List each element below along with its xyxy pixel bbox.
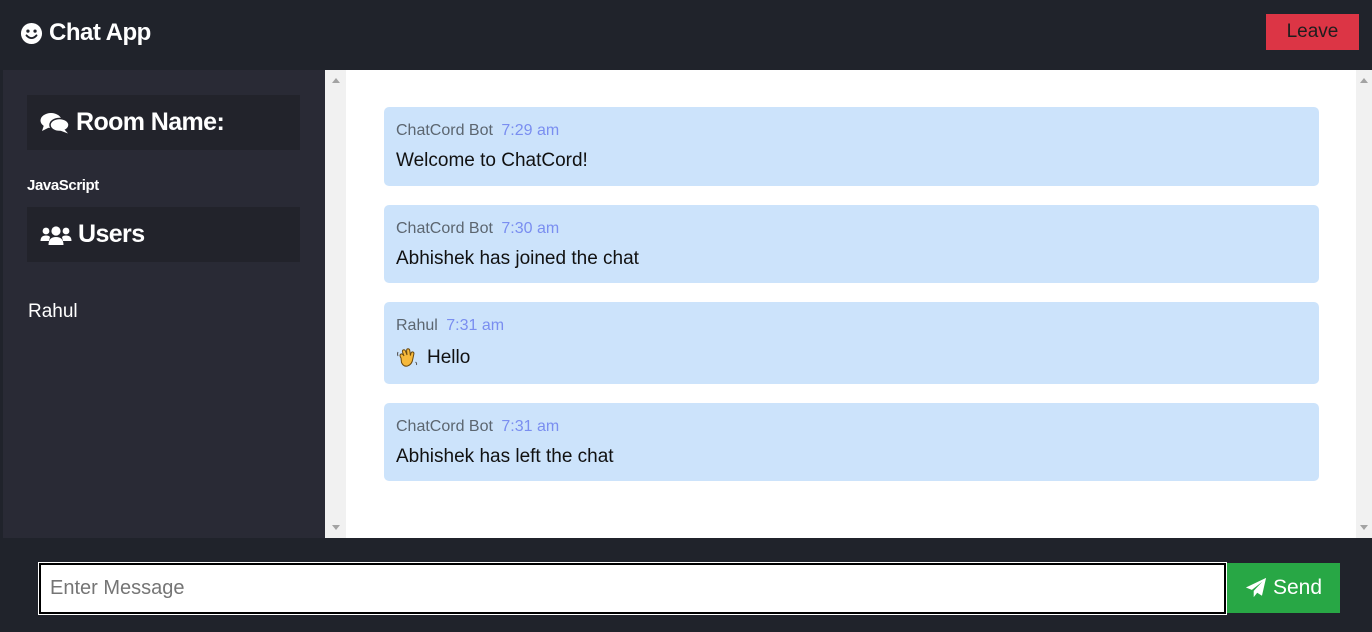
message-text: Hello [396,346,470,370]
message-meta: ChatCord Bot 7:29 am [396,122,559,140]
message-body: Hello [427,347,471,368]
message: ChatCord Bot 7:30 am Abhishek has joined… [384,205,1319,283]
message-input[interactable] [38,562,1227,615]
user-list: Rahul [28,301,78,323]
room-name: JavaScript [27,177,99,194]
users-icon [40,224,72,246]
message-text: Abhishek has joined the chat [396,248,639,270]
app-title: Chat App [49,19,151,46]
send-label: Send [1272,576,1323,599]
leave-button[interactable]: Leave [1266,14,1359,50]
message-text: Welcome to ChatCord! [396,150,588,172]
message-meta: ChatCord Bot 7:30 am [396,220,559,238]
message-time: 7:30 am [501,220,560,237]
comments-icon [40,112,70,134]
sidebar: Room Name: JavaScript Users Rahul [3,70,325,538]
message: ChatCord Bot 7:29 am Welcome to ChatCord… [384,107,1319,186]
message-meta: ChatCord Bot 7:31 am [396,418,559,436]
chat-app: Chat App Leave Room Name: JavaScript Use… [0,0,1372,632]
scroll-up-icon[interactable] [331,78,340,83]
smile-icon [20,22,43,44]
message-text: Abhishek has left the chat [396,446,614,468]
message: Rahul 7:31 am Hello [384,302,1319,384]
chat-messages: ChatCord Bot 7:29 am Welcome to ChatCord… [346,70,1356,538]
message-body: Abhishek has left the chat [396,446,614,467]
top-bar: Chat App Leave [0,0,1372,70]
message-author: Rahul [396,317,438,334]
message-meta: Rahul 7:31 am [396,317,504,335]
waving-hand-icon [397,348,418,367]
message: ChatCord Bot 7:31 am Abhishek has left t… [384,403,1319,481]
scroll-down-icon[interactable] [1360,525,1368,530]
messages-scrollbar[interactable] [1356,70,1372,538]
paper-plane-icon [1245,577,1267,598]
message-body: Abhishek has joined the chat [396,248,639,269]
users-heading: Users [27,207,300,262]
app-brand: Chat App [20,18,151,48]
message-author: ChatCord Bot [396,220,493,237]
message-time: 7:31 am [501,418,560,435]
users-heading-label: Users [78,220,145,248]
scroll-up-icon[interactable] [1360,78,1368,83]
sidebar-scrollbar[interactable] [325,70,346,538]
message-author: ChatCord Bot [396,418,493,435]
message-body: Welcome to ChatCord! [396,150,588,171]
message-author: ChatCord Bot [396,122,493,139]
room-heading-label: Room Name: [76,108,225,136]
message-time: 7:31 am [446,317,505,334]
room-name-heading: Room Name: [27,95,300,150]
message-composer: Send [0,538,1372,632]
message-time: 7:29 am [501,122,560,139]
send-button[interactable]: Send [1227,563,1340,613]
user-item: Rahul [28,301,78,322]
scroll-down-icon[interactable] [331,525,340,530]
